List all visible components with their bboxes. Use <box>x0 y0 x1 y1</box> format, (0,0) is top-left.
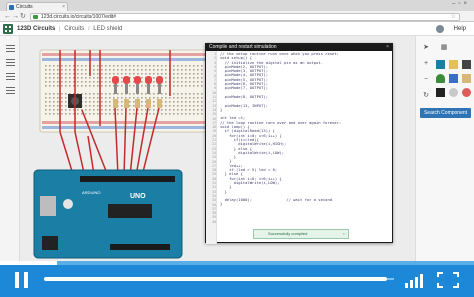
browser-tab[interactable]: Circuits × <box>6 2 68 11</box>
video-player-bar <box>0 261 474 297</box>
window-controls-icon[interactable]: –▫× <box>452 1 470 7</box>
code-editor-panel: Compile and restart simulation × 1234567… <box>205 43 393 244</box>
component-pushbutton-icon[interactable] <box>462 60 471 69</box>
menu-icon[interactable] <box>6 45 15 52</box>
zoom-in-icon[interactable]: + <box>422 60 430 68</box>
toast-close-icon[interactable]: × <box>343 230 345 238</box>
code-lines: // the setup routine runs once when you … <box>220 52 390 224</box>
left-toolbar <box>0 36 20 261</box>
app-window: Circuits × –▫× ← → ↻ 123d.circuits.io/ci… <box>0 0 474 297</box>
breadboard-ground-rail-bottom <box>42 126 218 129</box>
rotate-icon[interactable]: ↻ <box>422 92 430 100</box>
power-jack <box>42 236 58 250</box>
app-logo-text[interactable]: 123D Circuits <box>17 26 55 32</box>
breadboard-power-rail-top <box>42 53 218 56</box>
breadboard-ground-rail-top <box>42 58 218 61</box>
component-arduino-icon[interactable] <box>436 60 445 69</box>
layers-icon[interactable] <box>6 87 15 94</box>
back-arrow-icon[interactable]: ← <box>4 12 11 21</box>
component-potentiometer-icon[interactable] <box>449 88 458 97</box>
breadcrumb-circuits[interactable]: Circuits <box>64 26 84 32</box>
component-breadboard-icon[interactable] <box>449 60 458 69</box>
line-number-gutter: 1 2 3 4 5 6 7 8 9 10 11 12 13 14 15 16 17 18 19 20 21 22 23 24 2… <box>206 51 217 244</box>
uno-label: UNO <box>130 193 146 200</box>
grid-toggle-icon[interactable]: ▦ <box>440 44 448 52</box>
user-avatar[interactable] <box>436 25 444 33</box>
buffer-progress-fill <box>0 261 57 265</box>
zoom-out-icon[interactable]: − <box>422 76 430 84</box>
grid-icon[interactable] <box>6 73 15 80</box>
compile-success-text: Successfully compiled <box>268 231 308 236</box>
tab-close-icon[interactable]: × <box>62 3 65 11</box>
circuits-logo-icon[interactable] <box>3 24 13 34</box>
volume-icon[interactable] <box>405 272 425 288</box>
digital-header <box>80 176 175 182</box>
seek-fill <box>44 277 387 281</box>
seek-slider[interactable] <box>44 275 394 283</box>
breadboard <box>39 49 221 133</box>
address-url: 123d.circuits.io/circuits/1007/edit# <box>41 14 117 20</box>
analog-header <box>110 244 170 250</box>
breadcrumb: 123D Circuits | Circuits / LED shield <box>17 26 123 32</box>
reload-icon[interactable]: ↻ <box>20 12 26 21</box>
component-buzzer-icon[interactable] <box>462 88 471 97</box>
bookmark-star-icon[interactable]: ☆ <box>451 14 456 20</box>
arduino-uno-board: UNO ARDUINO <box>33 169 183 259</box>
arduino-logo <box>63 199 73 209</box>
compile-restart-title[interactable]: Compile and restart simulation <box>209 44 277 50</box>
tab-favicon-icon <box>9 5 14 10</box>
search-component-button[interactable]: Search Component <box>420 108 471 118</box>
browser-nav-bar: ← → ↻ 123d.circuits.io/circuits/1007/edi… <box>0 11 474 22</box>
component-led-icon[interactable] <box>436 74 445 83</box>
component-chip-icon[interactable] <box>436 88 445 97</box>
forward-arrow-icon[interactable]: → <box>12 12 19 21</box>
resistor-1 <box>113 99 118 108</box>
browser-tab-bar: Circuits × –▫× <box>0 0 474 11</box>
fullscreen-icon[interactable] <box>437 272 459 288</box>
tab-title: Circuits <box>16 4 33 10</box>
select-arrow-icon[interactable]: ➤ <box>422 44 430 52</box>
breadcrumb-project: LED shield <box>93 26 123 32</box>
app-header: 123D Circuits | Circuits / LED shield He… <box>0 22 474 36</box>
code-editor[interactable]: 1 2 3 4 5 6 7 8 9 10 11 12 13 14 15 16 17 18 19 20 21 22 23 24 2… <box>206 51 392 244</box>
buffer-progress-track[interactable] <box>0 261 474 265</box>
code-line[interactable] <box>220 220 390 224</box>
code-panel-header: Compile and restart simulation × <box>206 44 392 51</box>
resistor-2 <box>124 99 129 108</box>
secure-lock-icon <box>33 15 38 19</box>
help-link[interactable]: Help <box>454 25 466 33</box>
component-resistor-icon[interactable] <box>462 74 471 83</box>
resistor-5 <box>157 99 162 108</box>
address-bar[interactable]: 123d.circuits.io/circuits/1007/edit# ☆ <box>30 13 460 21</box>
atmega-chip <box>108 204 152 218</box>
list-icon[interactable] <box>6 59 15 66</box>
pause-icon[interactable] <box>15 272 29 288</box>
compile-success-toast: Successfully compiled × <box>253 229 349 239</box>
resistor-4 <box>146 99 151 108</box>
circuit-canvas[interactable]: UNO ARDUINO Compile and restart simulati… <box>20 36 415 261</box>
usb-port <box>40 196 56 216</box>
resistor-3 <box>135 99 140 108</box>
breadboard-power-rail-bottom <box>42 121 218 124</box>
line-number: 40 <box>212 219 216 224</box>
component-battery-icon[interactable] <box>449 74 458 83</box>
components-panel: ➤ ▦ + − ↻ Search Component <box>415 36 474 261</box>
code-panel-close-icon[interactable]: × <box>386 44 389 51</box>
arduino-label: ARDUINO <box>82 190 100 195</box>
